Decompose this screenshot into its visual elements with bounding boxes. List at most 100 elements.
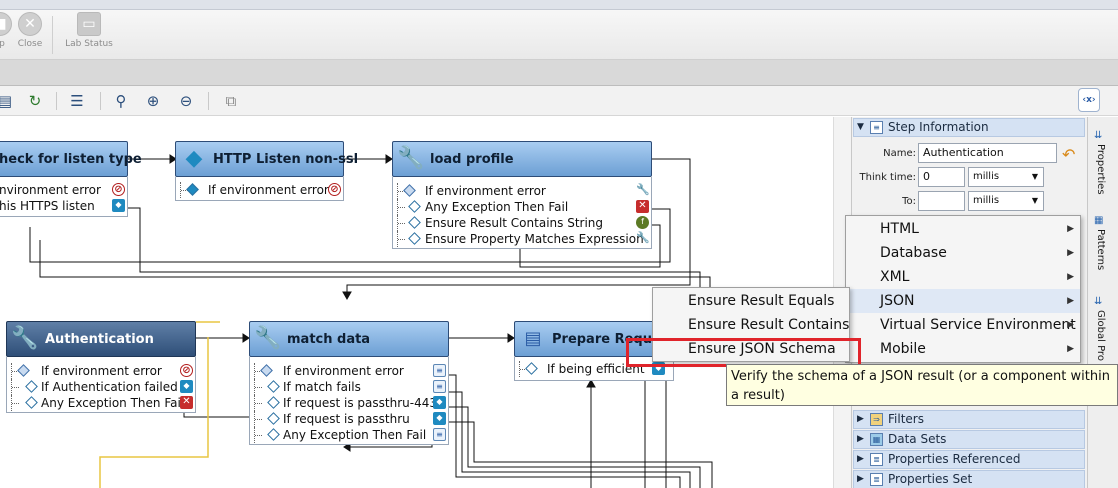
name-input[interactable]: Authentication bbox=[918, 143, 1057, 163]
diamond-icon bbox=[267, 396, 280, 409]
menu-item-mobile[interactable]: Mobile ▶ bbox=[846, 337, 1080, 361]
tree-line bbox=[254, 379, 262, 395]
tab-patterns[interactable]: ▦ Patterns bbox=[1089, 215, 1113, 285]
filters-header[interactable]: ▶ ⇒ Filters bbox=[853, 410, 1085, 429]
assertion-row[interactable]: If request is passthru ◆ bbox=[250, 411, 448, 427]
assertion-row[interactable]: his HTTPS listen ◆ bbox=[0, 198, 127, 214]
patterns-icon: ▦ bbox=[1094, 215, 1104, 226]
xml-view-icon[interactable]: ‹x› bbox=[1078, 88, 1100, 112]
tree-line bbox=[11, 379, 19, 395]
assertion-row[interactable]: If request is passthru-443 ◆ bbox=[250, 395, 448, 411]
assertion-label: If environment error bbox=[283, 364, 404, 378]
diamond-icon bbox=[408, 232, 421, 245]
node-assertions: If environment error ⊘ If Authentication… bbox=[6, 357, 196, 413]
node-http-listen[interactable]: ◆ HTTP Listen non-ssl bbox=[175, 141, 358, 177]
collapse-arrow-icon: ▼ bbox=[857, 122, 864, 132]
document-icon[interactable]: ▤ bbox=[0, 90, 16, 112]
assertion-row[interactable]: If match fails ≡ bbox=[250, 379, 448, 395]
think-time-label: Think time: bbox=[859, 172, 917, 183]
step-information-header[interactable]: ▼ ≡ Step Information bbox=[853, 118, 1085, 137]
node-authentication[interactable]: 🔧 Authentication bbox=[6, 321, 196, 357]
assertion-row[interactable]: Ensure Result Contains String f bbox=[393, 215, 651, 231]
wrench-icon: 🔧 bbox=[11, 326, 39, 351]
tab-properties[interactable]: ⇊ Properties bbox=[1089, 130, 1113, 196]
menu-item-label: JSON bbox=[880, 293, 915, 309]
to-unit: millis bbox=[973, 195, 1000, 206]
app-window: ■ p ✕ Close ▭ Lab Status ▤ ↻ ☰ ⚲ ⊕ ⊖ ⧉ ‹… bbox=[0, 0, 1118, 488]
assertion-label: Any Exception Then Fail bbox=[41, 396, 185, 410]
menu-item-label: Mobile bbox=[880, 341, 926, 357]
node-check-listen-type[interactable]: heck for listen type bbox=[0, 141, 142, 177]
assertion-row[interactable]: If environment error ⊘ bbox=[7, 363, 195, 379]
think-time-input[interactable]: 0 bbox=[918, 167, 965, 187]
cube-icon bbox=[186, 183, 199, 196]
chevron-right-icon: ▶ bbox=[1067, 320, 1074, 330]
properties-referenced-header[interactable]: ▶ ≣ Properties Referenced bbox=[853, 450, 1085, 469]
menu-item-xml[interactable]: XML ▶ bbox=[846, 265, 1080, 289]
section-title: Filters bbox=[888, 412, 924, 426]
zoom-icon[interactable]: ⚲ bbox=[110, 90, 132, 112]
assertion-row[interactable]: Any Exception Then Fail ✕ bbox=[393, 199, 651, 215]
wrench-icon bbox=[17, 364, 30, 377]
lab-status-button[interactable]: ▭ Lab Status bbox=[62, 12, 116, 58]
list-icon[interactable]: ☰ bbox=[66, 90, 88, 112]
toolbar-separator bbox=[52, 16, 53, 54]
chevron-right-icon: ▶ bbox=[1067, 224, 1074, 234]
assertion-label: If environment error bbox=[41, 364, 162, 378]
assertion-row[interactable]: If environment error 🔧 bbox=[393, 183, 651, 199]
assertion-label: If Authentication failed bbox=[41, 380, 178, 394]
cube-icon: ◆ bbox=[433, 412, 446, 425]
menu-item-ensure-result-contains[interactable]: Ensure Result Contains bbox=[653, 313, 849, 337]
assertion-row[interactable]: Ensure Property Matches Expression 🔧 bbox=[393, 231, 651, 247]
toolbar-separator bbox=[100, 92, 101, 110]
assertion-row[interactable]: If environment error ⊘ bbox=[176, 182, 343, 198]
section-title: Properties Referenced bbox=[888, 452, 1021, 466]
assertion-row[interactable]: If Authentication failed ◆ bbox=[7, 379, 195, 395]
wrench-icon: 🔧 bbox=[254, 326, 282, 351]
menu-item-label: Ensure Result Equals bbox=[688, 293, 835, 309]
node-load-profile[interactable]: 🔧 load profile bbox=[392, 141, 652, 177]
section-title: Properties Set bbox=[888, 472, 973, 486]
refresh-icon[interactable]: ↻ bbox=[24, 90, 46, 112]
zoom-out-icon[interactable]: ⊖ bbox=[175, 90, 197, 112]
document-icon: ≡ bbox=[433, 380, 446, 393]
menu-item-ensure-result-equals[interactable]: Ensure Result Equals bbox=[653, 289, 849, 313]
tab-label: Properties bbox=[1095, 144, 1106, 195]
think-time-unit-select[interactable]: millis bbox=[968, 167, 1044, 187]
assertion-label: Ensure Result Contains String bbox=[425, 216, 604, 230]
menu-item-label: Virtual Service Environment bbox=[880, 317, 1076, 333]
node-match-data[interactable]: 🔧 match data bbox=[249, 321, 449, 357]
menu-item-virtual-service-environment[interactable]: Virtual Service Environment ▶ bbox=[846, 313, 1080, 337]
assertion-row[interactable]: If environment error ≡ bbox=[250, 363, 448, 379]
lab-status-label: Lab Status bbox=[65, 39, 113, 49]
tab-label: Global Pro bbox=[1095, 310, 1106, 361]
properties-set-header[interactable]: ▶ ≣ Properties Set bbox=[853, 470, 1085, 488]
layout-icon[interactable]: ⧉ bbox=[220, 90, 242, 112]
close-button[interactable]: ✕ Close bbox=[16, 12, 44, 58]
chevron-right-icon: ▶ bbox=[1067, 296, 1074, 306]
diamond-icon bbox=[267, 428, 280, 441]
assertion-row[interactable]: Any Exception Then Fail ≡ bbox=[250, 427, 448, 443]
diamond-icon bbox=[408, 216, 421, 229]
close-label: Close bbox=[17, 39, 43, 49]
menu-item-database[interactable]: Database ▶ bbox=[846, 241, 1080, 265]
diamond-icon bbox=[408, 200, 421, 213]
assertion-row[interactable]: nvironment error ⊘ bbox=[0, 182, 127, 198]
annotation-highlight-box bbox=[626, 338, 861, 367]
data-sets-header[interactable]: ▶ ▦ Data Sets bbox=[853, 430, 1085, 449]
toolbar-separator bbox=[208, 92, 209, 110]
assertion-label: If match fails bbox=[283, 380, 361, 394]
dataset-icon: ▦ bbox=[870, 433, 883, 446]
menu-item-html[interactable]: HTML ▶ bbox=[846, 217, 1080, 241]
assertion-row[interactable]: Any Exception Then Fail ✕ bbox=[7, 395, 195, 411]
menu-item-json[interactable]: JSON ▶ bbox=[846, 289, 1080, 313]
node-assertions: nvironment error ⊘ his HTTPS listen ◆ bbox=[0, 177, 128, 217]
properties-icon: ≣ bbox=[870, 473, 883, 486]
stop-button[interactable]: ■ p bbox=[0, 12, 12, 58]
to-input[interactable] bbox=[918, 191, 965, 211]
tab-global-properties[interactable]: ⇊ Global Pro bbox=[1089, 296, 1113, 366]
undo-icon[interactable]: ↶ bbox=[1062, 145, 1075, 164]
to-unit-select[interactable]: millis bbox=[968, 191, 1044, 211]
zoom-in-icon[interactable]: ⊕ bbox=[142, 90, 164, 112]
menu-item-label: Ensure Result Contains bbox=[688, 317, 850, 333]
